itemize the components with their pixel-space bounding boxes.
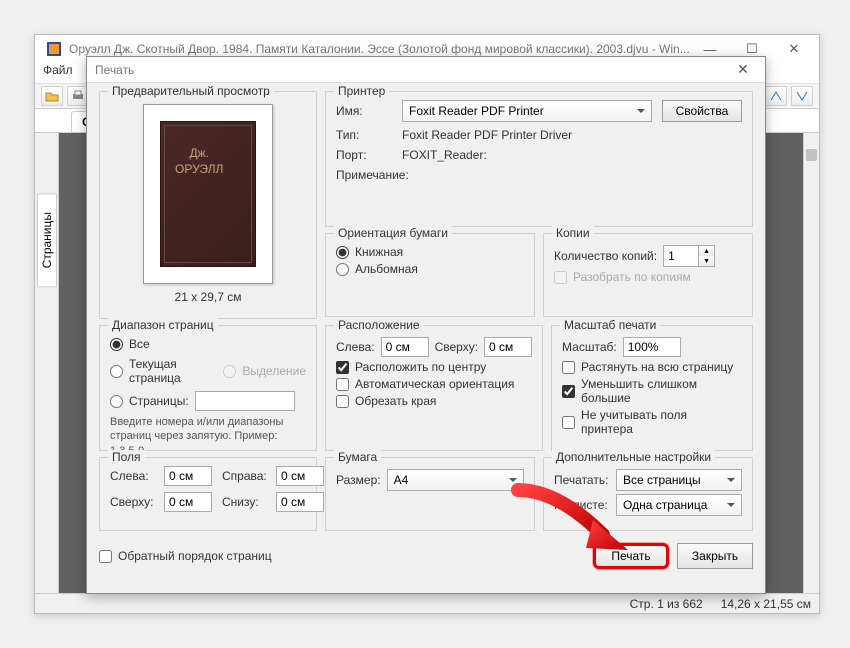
crop-check[interactable]: Обрезать края bbox=[336, 394, 532, 408]
copies-count-label: Количество копий: bbox=[554, 249, 657, 263]
printer-port-value: FOXIT_Reader: bbox=[402, 148, 742, 162]
vertical-scrollbar[interactable] bbox=[803, 133, 819, 593]
margin-right-input[interactable] bbox=[276, 466, 324, 486]
reverse-order-check[interactable]: Обратный порядок страниц bbox=[99, 549, 272, 563]
range-selection: Выделение bbox=[223, 357, 306, 385]
dialog-close-button[interactable]: ✕ bbox=[729, 61, 757, 78]
margin-left-label: Слева: bbox=[110, 469, 158, 483]
preview-dimensions: 21 x 29,7 см bbox=[110, 290, 306, 304]
margin-bottom-input[interactable] bbox=[276, 492, 324, 512]
orientation-legend: Ориентация бумаги bbox=[334, 226, 452, 240]
window-title: Оруэлл Дж. Скотный Двор. 1984. Памяти Ка… bbox=[69, 42, 689, 56]
range-legend: Диапазон страниц bbox=[108, 318, 218, 332]
spinner-down-icon[interactable]: ▼ bbox=[699, 256, 714, 266]
dialog-titlebar: Печать ✕ bbox=[87, 57, 765, 83]
dialog-title: Печать bbox=[95, 63, 134, 77]
print-button[interactable]: Печать bbox=[593, 543, 669, 569]
stretch-check[interactable]: Растянуть на всю страницу bbox=[562, 360, 742, 374]
printer-fieldset: Принтер Имя: Foxit Reader PDF Printer Св… bbox=[325, 91, 753, 227]
cover-line2: ОРУЭЛЛ bbox=[175, 162, 223, 176]
print-dialog: Печать ✕ Предварительный просмотр Дж. ОР… bbox=[86, 56, 766, 594]
dialog-close-button-bottom[interactable]: Закрыть bbox=[677, 543, 753, 569]
collate-check: Разобрать по копиям bbox=[554, 270, 742, 284]
per-sheet-combo[interactable]: Одна страница bbox=[616, 494, 742, 516]
orientation-portrait[interactable]: Книжная bbox=[336, 245, 524, 259]
orientation-landscape[interactable]: Альбомная bbox=[336, 262, 524, 276]
printer-note-label: Примечание: bbox=[336, 168, 742, 182]
properties-button[interactable]: Свойства bbox=[662, 100, 742, 122]
print-what-combo[interactable]: Все страницы bbox=[616, 469, 742, 491]
margin-top-label: Сверху: bbox=[110, 495, 158, 509]
printer-name-combo[interactable]: Foxit Reader PDF Printer bbox=[402, 100, 652, 122]
paper-size-combo[interactable]: A4 bbox=[387, 469, 524, 491]
per-sheet-value: Одна страница bbox=[623, 498, 707, 512]
range-all[interactable]: Все bbox=[110, 337, 306, 351]
range-current[interactable]: Текущая страница bbox=[110, 357, 209, 385]
paper-legend: Бумага bbox=[334, 450, 381, 464]
copies-spinner[interactable]: ▲▼ bbox=[663, 245, 715, 267]
extra-legend: Дополнительные настройки bbox=[552, 450, 715, 464]
placement-left-input[interactable] bbox=[381, 337, 429, 357]
book-cover: Дж. ОРУЭЛЛ bbox=[160, 121, 256, 267]
menu-file[interactable]: Файл bbox=[43, 63, 73, 77]
extra-fieldset: Дополнительные настройки Печатать: Все с… bbox=[543, 457, 753, 531]
orientation-fieldset: Ориентация бумаги Книжная Альбомная bbox=[325, 233, 535, 317]
side-strip: Страницы bbox=[35, 133, 59, 593]
auto-orient-check[interactable]: Автоматическая ориентация bbox=[336, 377, 532, 391]
margins-legend: Поля bbox=[108, 450, 145, 464]
preview-fieldset: Предварительный просмотр Дж. ОРУЭЛЛ 21 x… bbox=[99, 91, 317, 319]
shrink-check[interactable]: Уменьшить слишком большие bbox=[562, 377, 742, 405]
tool-icon-2[interactable] bbox=[791, 86, 813, 106]
scale-input[interactable] bbox=[623, 337, 681, 357]
placement-fieldset: Расположение Слева: Сверху: Расположить … bbox=[325, 325, 543, 451]
status-page: Стр. 1 из 662 bbox=[630, 597, 703, 611]
paper-fieldset: Бумага Размер: A4 bbox=[325, 457, 535, 531]
copies-fieldset: Копии Количество копий: ▲▼ Разобрать по … bbox=[543, 233, 753, 317]
print-what-label: Печатать: bbox=[554, 473, 610, 487]
print-what-value: Все страницы bbox=[623, 473, 701, 487]
placement-top-label: Сверху: bbox=[435, 340, 478, 354]
range-pages-input[interactable] bbox=[195, 391, 295, 411]
scale-label: Масштаб: bbox=[562, 340, 617, 354]
center-check[interactable]: Расположить по центру bbox=[336, 360, 532, 374]
close-button[interactable]: ✕ bbox=[773, 38, 815, 60]
printer-type-value: Foxit Reader PDF Printer Driver bbox=[402, 128, 742, 142]
open-icon[interactable] bbox=[41, 86, 63, 106]
margin-right-label: Справа: bbox=[222, 469, 270, 483]
per-sheet-label: На листе: bbox=[554, 498, 610, 512]
copies-input[interactable] bbox=[664, 246, 698, 266]
margins-fieldset: Поля Слева: Справа: Сверху: Снизу: bbox=[99, 457, 317, 531]
margin-top-input[interactable] bbox=[164, 492, 212, 512]
app-icon bbox=[45, 40, 63, 58]
margin-bottom-label: Снизу: bbox=[222, 495, 270, 509]
scrollbar-thumb[interactable] bbox=[806, 149, 817, 161]
paper-size-value: A4 bbox=[394, 473, 409, 487]
copies-legend: Копии bbox=[552, 226, 594, 240]
paper-size-label: Размер: bbox=[336, 473, 381, 487]
pages-panel-label[interactable]: Страницы bbox=[37, 193, 57, 287]
scale-fieldset: Масштаб печати Масштаб: Растянуть на всю… bbox=[551, 325, 753, 451]
printer-type-label: Тип: bbox=[336, 128, 392, 142]
printer-port-label: Порт: bbox=[336, 148, 392, 162]
tool-icon-1[interactable] bbox=[765, 86, 787, 106]
ignore-margins-check[interactable]: Не учитывать поля принтера bbox=[562, 408, 742, 436]
spinner-up-icon[interactable]: ▲ bbox=[699, 246, 714, 256]
placement-legend: Расположение bbox=[334, 318, 424, 332]
range-pages[interactable]: Страницы: bbox=[110, 394, 189, 408]
preview-page: Дж. ОРУЭЛЛ bbox=[143, 104, 273, 284]
printer-legend: Принтер bbox=[334, 84, 389, 98]
margin-left-input[interactable] bbox=[164, 466, 212, 486]
status-size: 14,26 x 21,55 см bbox=[721, 597, 811, 611]
range-fieldset: Диапазон страниц Все Текущая страница Вы… bbox=[99, 325, 317, 451]
printer-name-value: Foxit Reader PDF Printer bbox=[409, 104, 544, 118]
preview-legend: Предварительный просмотр bbox=[108, 84, 274, 98]
cover-line1: Дж. bbox=[189, 146, 209, 160]
placement-left-label: Слева: bbox=[336, 340, 375, 354]
printer-name-label: Имя: bbox=[336, 104, 392, 118]
scale-legend: Масштаб печати bbox=[560, 318, 660, 332]
statusbar: Стр. 1 из 662 14,26 x 21,55 см bbox=[35, 593, 819, 613]
placement-top-input[interactable] bbox=[484, 337, 532, 357]
